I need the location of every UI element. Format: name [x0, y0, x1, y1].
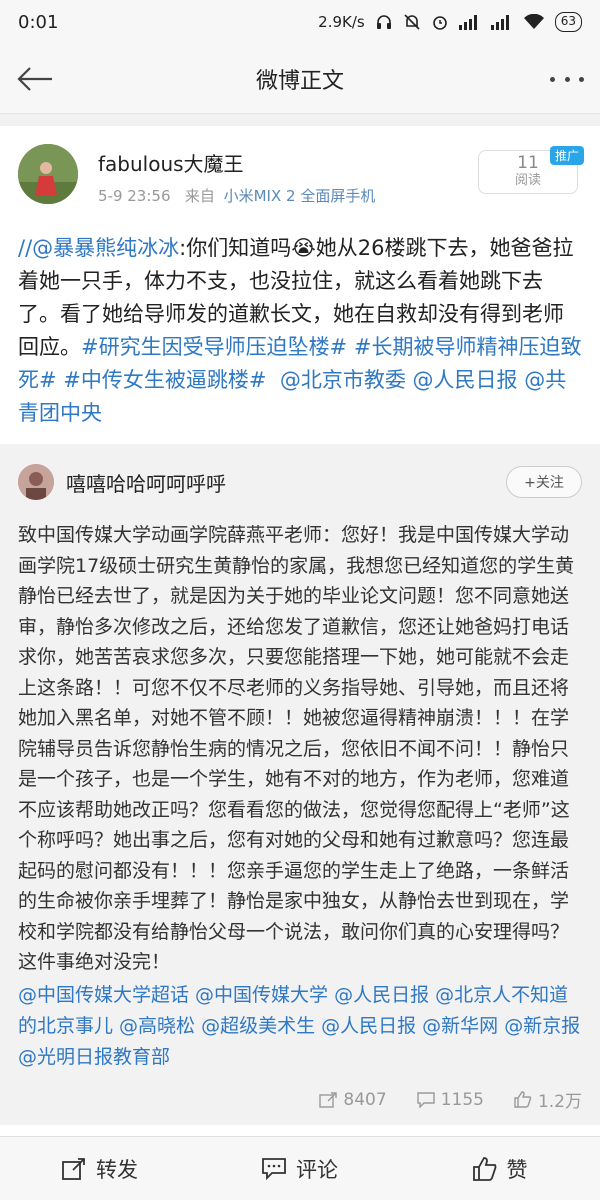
like-button[interactable]: 赞 [400, 1154, 600, 1184]
repost-label: 转发 [96, 1157, 138, 1182]
bottom-action-bar: 转发 评论 赞 [0, 1136, 600, 1200]
nav-bar: 微博正文 [0, 44, 600, 114]
section-gap [0, 114, 600, 126]
more-dot [564, 76, 570, 82]
signal-icon [458, 14, 481, 30]
status-bar: 0:01 2.9K/s 63 [0, 0, 600, 44]
back-arrow-icon [17, 67, 52, 91]
quoted-post[interactable]: 嘻嘻哈哈呵呵呼呼 +关注 致中国传媒大学动画学院薛燕平老师：您好！我是中国传媒大… [0, 444, 600, 1125]
repost-icon [319, 1091, 338, 1108]
page-title: 微博正文 [255, 68, 344, 94]
hashtag-link[interactable]: #研究生因受导师压迫坠楼# [81, 335, 347, 359]
status-time: 0:01 [18, 11, 59, 33]
net-speed: 2.9K/s [318, 13, 365, 31]
quoted-body: 致中国传媒大学动画学院薛燕平老师：您好！我是中国传媒大学动画学院17级硕士研究生… [18, 524, 575, 973]
comment-button[interactable]: 评论 [200, 1154, 400, 1184]
signal-icon-2 [490, 14, 513, 30]
quoted-repost-stat[interactable]: 8407 [319, 1087, 387, 1113]
post-date: 5-9 23:56 [98, 187, 171, 205]
hashtag-link[interactable]: #中传女生被逼跳楼# [63, 368, 266, 392]
comment-icon [416, 1091, 435, 1108]
read-label: 阅读 [514, 173, 541, 188]
comment-label: 评论 [296, 1157, 338, 1182]
quoted-header: 嘻嘻哈哈呵呵呼呼 +关注 [18, 444, 582, 520]
mute-bell-icon [403, 13, 421, 31]
alarm-icon [431, 13, 449, 31]
wifi-icon [523, 14, 545, 30]
quoted-stats: 8407 1155 1.2万 [18, 1073, 582, 1113]
more-dot [550, 76, 555, 82]
mention-link[interactable]: @北京市教委 [280, 368, 406, 392]
more-button[interactable] [550, 66, 584, 92]
comment-count: 1155 [440, 1089, 484, 1110]
weibo-post: fabulous大魔王 5-9 23:56 来自 小米MIX 2 全面屏手机 1… [0, 126, 600, 444]
repost-icon [62, 1157, 85, 1180]
post-body: //@暴暴熊纯冰冰:你们知道吗😭她从26楼跳下去，她爸爸拉着她一只手，体力不支，… [18, 226, 582, 444]
back-button[interactable] [14, 58, 56, 100]
author-name[interactable]: fabulous大魔王 [98, 148, 375, 177]
follow-button[interactable]: +关注 [506, 466, 582, 498]
repost-button[interactable]: 转发 [0, 1154, 200, 1184]
battery-indicator: 63 [554, 12, 582, 32]
thumbs-up-icon [514, 1091, 532, 1108]
quoted-like-stat[interactable]: 1.2万 [514, 1087, 582, 1113]
mention-link[interactable]: @人民日报 [413, 368, 518, 392]
like-label: 赞 [506, 1157, 528, 1182]
avatar[interactable] [18, 144, 78, 204]
post-meta: 5-9 23:56 来自 小米MIX 2 全面屏手机 [98, 185, 375, 206]
ad-badge: 推广 [549, 146, 584, 165]
post-device[interactable]: 小米MIX 2 全面屏手机 [224, 187, 376, 205]
quoted-comment-stat[interactable]: 1155 [416, 1087, 484, 1113]
avatar[interactable] [18, 464, 54, 500]
repost-count: 8407 [343, 1089, 387, 1110]
headphones-icon [375, 13, 393, 31]
mention-link[interactable]: //@暴暴熊纯冰冰 [18, 236, 179, 260]
quoted-author-name[interactable]: 嘻嘻哈哈呵呵呼呼 [66, 468, 226, 497]
like-count: 1.2万 [537, 1092, 582, 1112]
post-header: fabulous大魔王 5-9 23:56 来自 小米MIX 2 全面屏手机 1… [18, 126, 584, 226]
source-prefix: 来自 [184, 187, 215, 205]
more-dot [579, 76, 584, 82]
quoted-mentions[interactable]: @中国传媒大学超话 @中国传媒大学 @人民日报 @北京人不知道的北京事儿 @高晓… [18, 980, 582, 1073]
comment-icon [262, 1157, 286, 1180]
thumbs-up-icon [472, 1156, 496, 1181]
